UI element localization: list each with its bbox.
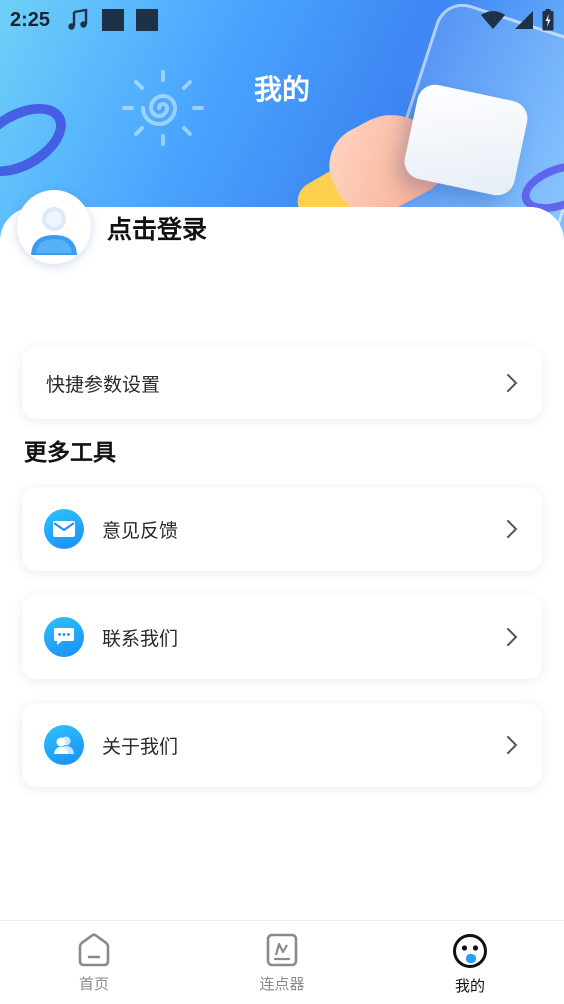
notification-square-icon	[136, 9, 159, 31]
chevron-right-icon	[507, 628, 518, 646]
battery-icon	[542, 9, 554, 31]
chevron-right-icon	[507, 736, 518, 754]
profile-face-icon	[453, 934, 487, 968]
contact-us-label: 联系我们	[102, 627, 179, 650]
home-icon	[78, 933, 110, 967]
login-prompt[interactable]: 点击登录	[107, 210, 207, 246]
feedback-item[interactable]: 意见反馈	[22, 487, 542, 571]
avatar[interactable]	[17, 190, 91, 264]
tab-profile[interactable]: 我的	[376, 921, 564, 1004]
user-avatar-icon	[31, 207, 77, 255]
about-us-item[interactable]: 关于我们	[22, 703, 542, 787]
tab-home-label: 首页	[78, 975, 109, 993]
music-note-icon	[68, 8, 88, 30]
quick-settings-label: 快捷参数设置	[46, 373, 161, 396]
notification-square-icon	[102, 9, 125, 31]
chat-icon	[44, 617, 84, 657]
status-bar: 2:25	[0, 0, 564, 40]
people-icon	[44, 725, 84, 765]
quick-settings-card[interactable]: 快捷参数设置	[22, 347, 542, 419]
tab-profile-label: 我的	[454, 977, 485, 995]
wifi-icon	[481, 11, 505, 29]
page-title: 我的	[253, 73, 310, 106]
tab-clicker[interactable]: 连点器	[188, 921, 376, 1004]
section-title-more-tools: 更多工具	[24, 440, 116, 466]
signal-icon	[515, 11, 533, 29]
mail-icon	[44, 509, 84, 549]
contact-us-item[interactable]: 联系我们	[22, 595, 542, 679]
tab-home[interactable]: 首页	[0, 921, 188, 1004]
chevron-right-icon	[507, 374, 518, 392]
about-us-label: 关于我们	[102, 735, 179, 758]
status-time: 2:25	[10, 8, 51, 31]
tab-clicker-label: 连点器	[259, 975, 305, 993]
clicker-icon	[266, 933, 298, 967]
feedback-label: 意见反馈	[102, 519, 179, 542]
bottom-tab-bar: 首页 连点器 我的	[0, 920, 564, 1004]
chevron-right-icon	[507, 520, 518, 538]
